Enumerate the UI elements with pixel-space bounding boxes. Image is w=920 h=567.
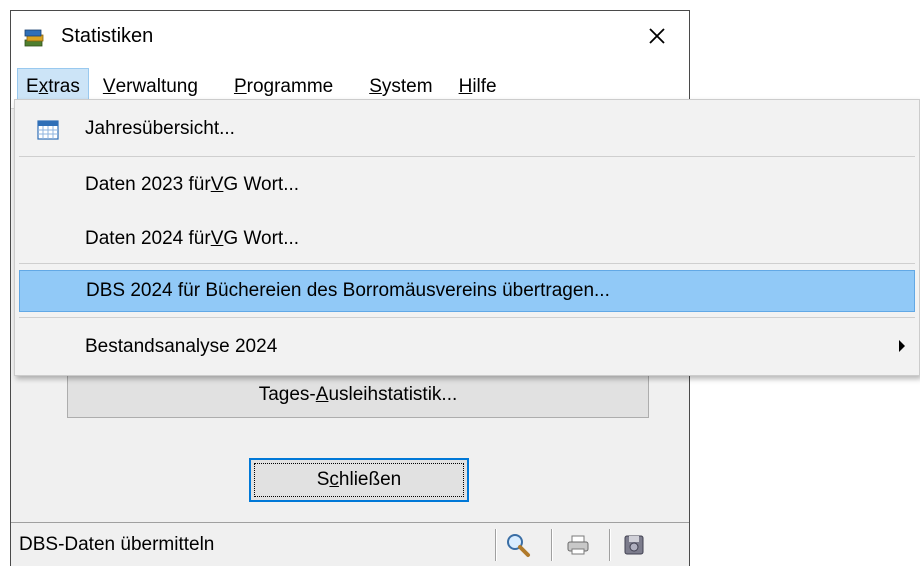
menu-item-daten-2024-label: Daten 2024 für xyxy=(85,228,211,249)
app-books-icon xyxy=(23,27,45,49)
menu-item-dbs-2024-label: DBS 2024 für Büchereien des Borromäusver… xyxy=(86,280,610,301)
menu-item-daten-2024-accel: V xyxy=(210,228,224,249)
tages-button-accel: A xyxy=(315,384,329,405)
menu-system-accel: S xyxy=(369,75,382,97)
menu-item-jahresuebersicht[interactable]: Jahresübersicht... xyxy=(19,108,915,150)
menu-separator xyxy=(19,156,915,157)
menu-item-jahresuebersicht-label: Jahresübersicht... xyxy=(85,118,235,139)
menu-hilfe-accel: H xyxy=(458,75,473,97)
menu-extras-label: E xyxy=(26,75,39,97)
extras-dropdown-menu: Jahresübersicht... Daten 2023 für VG Wor… xyxy=(14,99,920,376)
tages-button-label-rest: usleihstatistik... xyxy=(328,384,458,405)
menu-item-bestandsanalyse-2024[interactable]: Bestandsanalyse 2024 xyxy=(19,326,915,368)
menu-item-daten-2023-label-rest: G Wort... xyxy=(223,174,300,195)
calendar-icon xyxy=(37,119,59,141)
close-button[interactable] xyxy=(625,11,689,65)
status-separator xyxy=(551,529,553,561)
disk-icon[interactable] xyxy=(621,532,647,558)
status-text: DBS-Daten übermitteln xyxy=(19,534,215,555)
status-bar: DBS-Daten übermitteln xyxy=(11,522,689,566)
menu-system-label: ystem xyxy=(381,75,433,97)
menu-verwaltung-label: erwaltung xyxy=(115,75,198,97)
menu-item-daten-2024-vg-wort[interactable]: Daten 2024 für VG Wort... xyxy=(19,218,915,260)
menu-item-dbs-2024-uebertragen[interactable]: DBS 2024 für Büchereien des Borromäusver… xyxy=(19,270,915,312)
status-separator xyxy=(609,529,611,561)
menu-extras-label-rest: tras xyxy=(48,75,80,97)
menu-programme-label: rogramme xyxy=(246,75,334,97)
tages-button-label: Tages- xyxy=(258,384,316,405)
title-bar: Statistiken xyxy=(11,11,689,65)
close-icon xyxy=(647,26,667,51)
menu-hilfe-label: ilfe xyxy=(472,75,497,97)
menu-item-daten-2023-accel: V xyxy=(210,174,224,195)
menu-separator xyxy=(19,317,915,318)
tages-ausleihstatistik-button[interactable]: Tages- Ausleihstatistik... xyxy=(67,372,649,418)
menu-extras-accel: x xyxy=(38,75,49,97)
window-title: Statistiken xyxy=(61,25,154,47)
menu-verwaltung-accel: V xyxy=(102,75,116,97)
schliessen-button[interactable]: Sc hließen xyxy=(249,458,469,502)
magnifier-icon[interactable] xyxy=(505,532,531,558)
focus-rect xyxy=(254,463,464,497)
menu-item-bestandsanalyse-label: Bestandsanalyse 2024 xyxy=(85,336,278,357)
submenu-arrow-icon xyxy=(899,340,905,352)
menu-programme-accel: P xyxy=(233,75,247,97)
menu-item-daten-2023-label: Daten 2023 für xyxy=(85,174,211,195)
printer-icon[interactable] xyxy=(565,532,591,558)
menu-item-daten-2024-label-rest: G Wort... xyxy=(223,228,300,249)
menu-item-daten-2023-vg-wort[interactable]: Daten 2023 für VG Wort... xyxy=(19,164,915,206)
status-separator xyxy=(495,529,497,561)
menu-separator xyxy=(19,263,915,264)
